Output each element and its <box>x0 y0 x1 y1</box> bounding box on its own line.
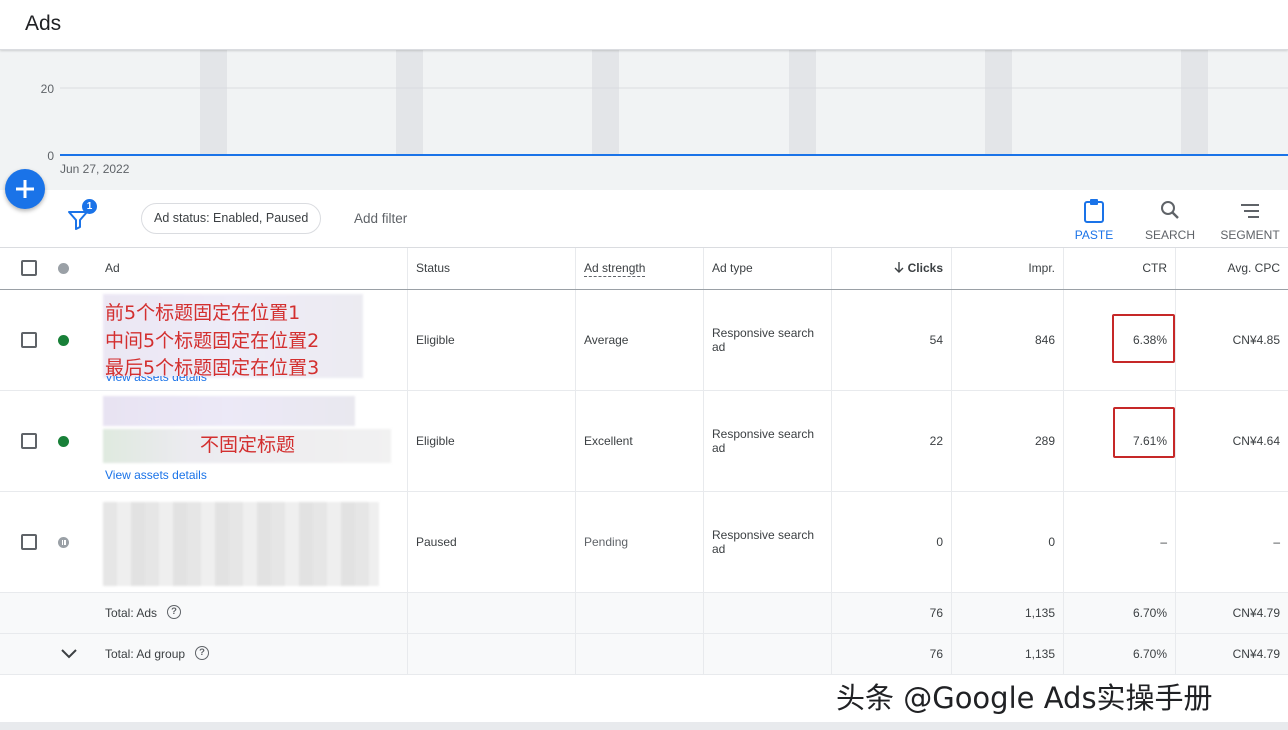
annotation-line-2: 中间5个标题固定在位置2 <box>105 330 320 352</box>
weekend-band <box>789 50 816 155</box>
impr-cell: 289 <box>952 391 1064 491</box>
ad-cell <box>0 492 408 592</box>
ad-cell: 前5个标题固定在位置1 中间5个标题固定在位置2 最后5个标题固定在位置3 Vi… <box>0 290 408 390</box>
ad-type-cell: Responsive search ad <box>704 290 832 390</box>
segment-label: SEGMENT <box>1220 228 1280 242</box>
total-cpc-cell: CN¥4.79 <box>1232 606 1280 620</box>
page-header: Ads <box>0 0 1288 50</box>
segment-icon <box>1241 204 1259 218</box>
empty-cell <box>704 593 832 633</box>
clicks-cell: 0 <box>832 492 952 592</box>
empty-cell <box>408 634 576 674</box>
chart-canvas <box>60 50 1288 156</box>
clicks-cell: 22 <box>832 391 952 491</box>
annotation-line-1: 前5个标题固定在位置1 <box>105 302 301 324</box>
total-clicks-cell: 76 <box>832 634 952 674</box>
col-ad-strength[interactable]: Ad strength <box>576 248 704 289</box>
chevron-down-icon[interactable] <box>61 649 77 659</box>
annotation-line-3: 最后5个标题固定在位置3 <box>105 357 320 379</box>
total-ctr-cell: 6.70% <box>1064 593 1176 633</box>
total-ctr-cell: 6.70% <box>1064 634 1176 674</box>
annotation-label: 不固定标题 <box>200 434 296 456</box>
avg-cpc-cell: – <box>1273 535 1280 549</box>
weekend-band <box>592 50 619 155</box>
avg-cpc-cell: CN¥4.85 <box>1232 333 1280 347</box>
redacted-ad-content <box>103 502 379 586</box>
empty-cell <box>576 593 704 633</box>
help-icon[interactable]: ? <box>167 605 181 619</box>
empty-cell <box>408 593 576 633</box>
page-title: Ads <box>25 12 62 35</box>
impr-cell: 846 <box>952 290 1064 390</box>
search-label: SEARCH <box>1145 228 1196 242</box>
table-row: 前5个标题固定在位置1 中间5个标题固定在位置2 最后5个标题固定在位置3 Vi… <box>0 290 1288 391</box>
table-header-row: Ad Status Ad strength Ad type Clicks Imp… <box>0 248 1288 290</box>
impr-cell: 0 <box>952 492 1064 592</box>
ad-strength-cell: Average <box>576 290 704 390</box>
empty-cell <box>576 634 704 674</box>
total-impr-cell: 1,135 <box>952 593 1064 633</box>
bottom-divider <box>0 722 1288 730</box>
clicks-header-label: Clicks <box>907 261 943 275</box>
ad-status-filter-chip[interactable]: Ad status: Enabled, Paused <box>141 203 322 234</box>
total-cpc-cell: CN¥4.79 <box>1232 647 1280 661</box>
ad-strength-cell: Pending <box>576 492 704 592</box>
col-ad[interactable]: Ad <box>0 248 408 289</box>
status-cell: Paused <box>408 492 576 592</box>
table-row: Paused Pending Responsive search ad 0 0 … <box>0 492 1288 593</box>
ad-strength-cell: Excellent <box>576 391 704 491</box>
ad-cell: 不固定标题 View assets details <box>0 391 408 491</box>
search-button[interactable]: SEARCH <box>1145 198 1195 242</box>
y-tick-0: 0 <box>47 149 54 163</box>
clicks-cell: 54 <box>832 290 952 390</box>
empty-cell <box>704 634 832 674</box>
col-clicks[interactable]: Clicks <box>832 248 952 289</box>
segment-button[interactable]: SEGMENT <box>1219 198 1281 242</box>
total-group-label-cell: Total: Ad group ? <box>0 634 408 674</box>
x-axis-start-label: Jun 27, 2022 <box>60 162 130 176</box>
redacted-ad-content <box>103 396 355 426</box>
search-icon <box>1161 201 1179 219</box>
sort-descending-icon <box>894 262 904 273</box>
paste-label: PASTE <box>1074 228 1114 242</box>
weekend-band <box>1181 50 1208 155</box>
total-impr-cell: 1,135 <box>952 634 1064 674</box>
ctr-cell: – <box>1064 492 1176 592</box>
help-icon[interactable]: ? <box>195 646 209 660</box>
weekend-band <box>985 50 1012 155</box>
status-cell: Eligible <box>408 290 576 390</box>
view-assets-link[interactable]: View assets details <box>105 468 207 482</box>
create-button[interactable] <box>5 169 45 209</box>
ad-type-cell: Responsive search ad <box>704 492 832 592</box>
watermark: 头条 @Google Ads实操手册 <box>836 681 1213 715</box>
col-impr[interactable]: Impr. <box>952 248 1064 289</box>
col-avg-cpc[interactable]: Avg. CPC <box>1176 248 1288 289</box>
table-toolbar: 1 Ad status: Enabled, Paused Add filter … <box>0 190 1288 248</box>
total-ads-row: Total: Ads ? 76 1,135 6.70% CN¥4.79 <box>0 593 1288 634</box>
weekend-band <box>200 50 227 155</box>
ctr-highlight-box <box>1112 314 1175 363</box>
y-tick-20: 20 <box>40 82 54 96</box>
col-status[interactable]: Status <box>408 248 576 289</box>
ctr-highlight-box <box>1113 407 1175 458</box>
table-row: 不固定标题 View assets details Eligible Excel… <box>0 391 1288 492</box>
avg-cpc-cell: CN¥4.64 <box>1232 434 1280 448</box>
col-ad-type[interactable]: Ad type <box>704 248 832 289</box>
weekend-band <box>396 50 423 155</box>
add-filter-button[interactable]: Add filter <box>354 211 407 226</box>
performance-chart: 20 0 Jun 27, 2022 <box>0 50 1288 190</box>
total-ad-group-row: Total: Ad group ? 76 1,135 6.70% CN¥4.79 <box>0 634 1288 675</box>
col-ctr[interactable]: CTR <box>1064 248 1176 289</box>
status-cell: Eligible <box>408 391 576 491</box>
paste-button[interactable]: PASTE <box>1073 198 1115 242</box>
plus-icon <box>16 180 34 198</box>
total-ads-label-cell: Total: Ads ? <box>0 593 408 633</box>
total-clicks-cell: 76 <box>832 593 952 633</box>
ad-type-cell: Responsive search ad <box>704 391 832 491</box>
filter-count-badge: 1 <box>82 199 97 214</box>
clipboard-icon <box>1084 199 1104 223</box>
